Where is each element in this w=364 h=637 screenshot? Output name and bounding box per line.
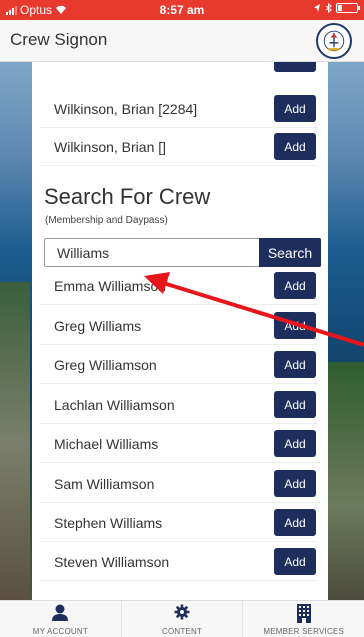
status-right [313, 3, 360, 13]
user-icon [52, 604, 69, 621]
page-title: Crew Signon [10, 30, 108, 49]
result-name: Lachlan Williamson [54, 397, 175, 413]
result-row: Stephen Williams Add [40, 504, 318, 542]
nav-member-services[interactable]: MEMBER SERVICES [242, 601, 364, 637]
status-bar: Optus 8:57 am [0, 0, 364, 20]
search-button[interactable]: Search [259, 238, 321, 267]
building-icon [296, 604, 311, 623]
result-name: Sam Williamson [54, 476, 155, 492]
result-name: Michael Williams [54, 436, 159, 452]
add-button[interactable]: Add [274, 351, 316, 378]
crew-panel: Wilkinson, Brian [2284] Add Wilkinson, B… [32, 62, 328, 600]
crew-name: Wilkinson, Brian [2284] [54, 101, 198, 117]
add-button[interactable]: Add [274, 95, 316, 122]
add-button[interactable]: Add [274, 509, 316, 536]
result-name: Stephen Williams [54, 515, 163, 531]
result-row: Steven Williamson Add [40, 543, 318, 581]
result-row: Michael Williams Add [40, 425, 318, 463]
battery-icon [336, 3, 360, 13]
nav-label: MEMBER SERVICES [263, 627, 344, 636]
club-logo-icon[interactable] [316, 23, 352, 59]
add-button[interactable]: Add [274, 272, 316, 299]
search-bar: Search [44, 238, 321, 267]
add-button[interactable]: Add [274, 548, 316, 575]
nav-label: MY ACCOUNT [32, 627, 88, 636]
result-name: Steven Williamson [54, 554, 170, 570]
nav-my-account[interactable]: MY ACCOUNT [0, 601, 121, 637]
search-section-title: Search For Crew [44, 184, 211, 209]
add-button[interactable]: Add [274, 430, 316, 457]
result-row: Greg Williams Add [40, 307, 318, 345]
crew-name: Wilkinson, Brian [] [54, 139, 167, 155]
crew-row: Wilkinson, Brian [2284] Add [40, 90, 318, 128]
result-name: Greg Williams [54, 318, 142, 334]
add-button[interactable]: Add [274, 391, 316, 418]
add-button[interactable]: Add [274, 470, 316, 497]
add-button[interactable]: Add [274, 312, 316, 339]
app-header: Crew Signon [0, 20, 364, 62]
nav-content[interactable]: CONTENT [120, 601, 243, 637]
result-row: Lachlan Williamson Add [40, 386, 318, 424]
search-input[interactable] [45, 239, 261, 266]
add-button[interactable]: Add [274, 133, 316, 160]
bluetooth-icon [325, 3, 332, 13]
search-section-subtitle: (Membership and Daypass) [45, 215, 168, 226]
nav-label: CONTENT [161, 627, 203, 636]
result-row: Greg Williamson Add [40, 346, 318, 384]
bottom-nav: MY ACCOUNT CONTENT MEMBER SERVICES [0, 600, 364, 637]
result-name: Greg Williamson [54, 357, 157, 373]
result-name: Emma Williamson [54, 278, 167, 294]
gear-icon [174, 604, 190, 620]
location-icon [314, 4, 320, 12]
result-row: Sam Williamson Add [40, 465, 318, 503]
result-row: Emma Williamson Add [40, 267, 318, 305]
partial-add-button[interactable] [274, 62, 316, 72]
status-time: 8:57 am [159, 3, 205, 17]
crew-row: Wilkinson, Brian [] Add [40, 128, 318, 166]
